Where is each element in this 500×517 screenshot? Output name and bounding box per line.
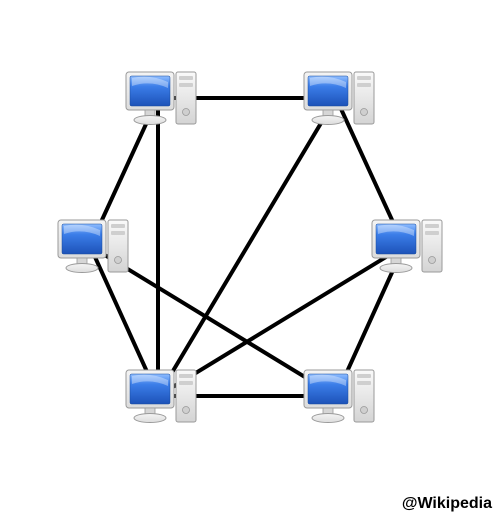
attribution-text: @Wikipedia bbox=[402, 495, 492, 513]
node-top-right bbox=[304, 72, 374, 125]
node-bottom-left bbox=[126, 370, 196, 423]
node-mid-left bbox=[58, 220, 128, 273]
node-mid-right bbox=[372, 220, 442, 273]
node-bottom-right bbox=[304, 370, 374, 423]
network-diagram bbox=[0, 0, 500, 517]
network-nodes bbox=[58, 72, 442, 423]
node-top-left bbox=[126, 72, 196, 125]
network-edges bbox=[90, 98, 404, 396]
edge-top-right-bottom-left bbox=[158, 98, 336, 396]
